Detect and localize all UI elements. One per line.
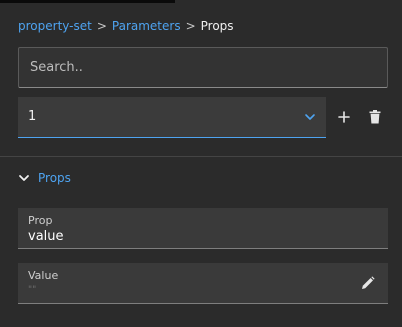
value-field[interactable]: Value "" bbox=[18, 263, 388, 304]
instance-select[interactable]: 1 bbox=[18, 97, 326, 138]
select-value: 1 bbox=[28, 109, 37, 124]
plus-icon bbox=[338, 111, 350, 123]
search-box bbox=[18, 47, 388, 88]
prop-field[interactable]: Prop value bbox=[18, 208, 388, 249]
breadcrumb-item-property-set[interactable]: property-set bbox=[18, 19, 92, 33]
edit-button[interactable] bbox=[358, 273, 378, 293]
chevron-down-icon bbox=[305, 114, 315, 120]
search-input[interactable] bbox=[19, 48, 387, 87]
trash-icon bbox=[369, 110, 381, 124]
props-section-header[interactable]: Props bbox=[18, 170, 71, 186]
section-title: Props bbox=[38, 171, 71, 185]
breadcrumb: property-set > Parameters > Props bbox=[18, 18, 234, 34]
prop-field-value[interactable]: value bbox=[28, 229, 64, 244]
breadcrumb-separator: > bbox=[96, 19, 107, 33]
add-button[interactable] bbox=[334, 107, 354, 127]
delete-button[interactable] bbox=[365, 107, 385, 127]
section-divider bbox=[0, 156, 402, 157]
pencil-icon bbox=[362, 276, 375, 289]
breadcrumb-item-parameters[interactable]: Parameters bbox=[112, 19, 181, 33]
chevron-down-icon bbox=[19, 175, 29, 181]
prop-field-label: Prop bbox=[28, 214, 53, 227]
value-field-label: Value bbox=[28, 269, 59, 282]
top-accent-bar bbox=[0, 0, 175, 3]
breadcrumb-separator: > bbox=[185, 19, 196, 33]
breadcrumb-current: Props bbox=[200, 19, 234, 33]
value-field-empty-hint: "" bbox=[28, 285, 37, 295]
